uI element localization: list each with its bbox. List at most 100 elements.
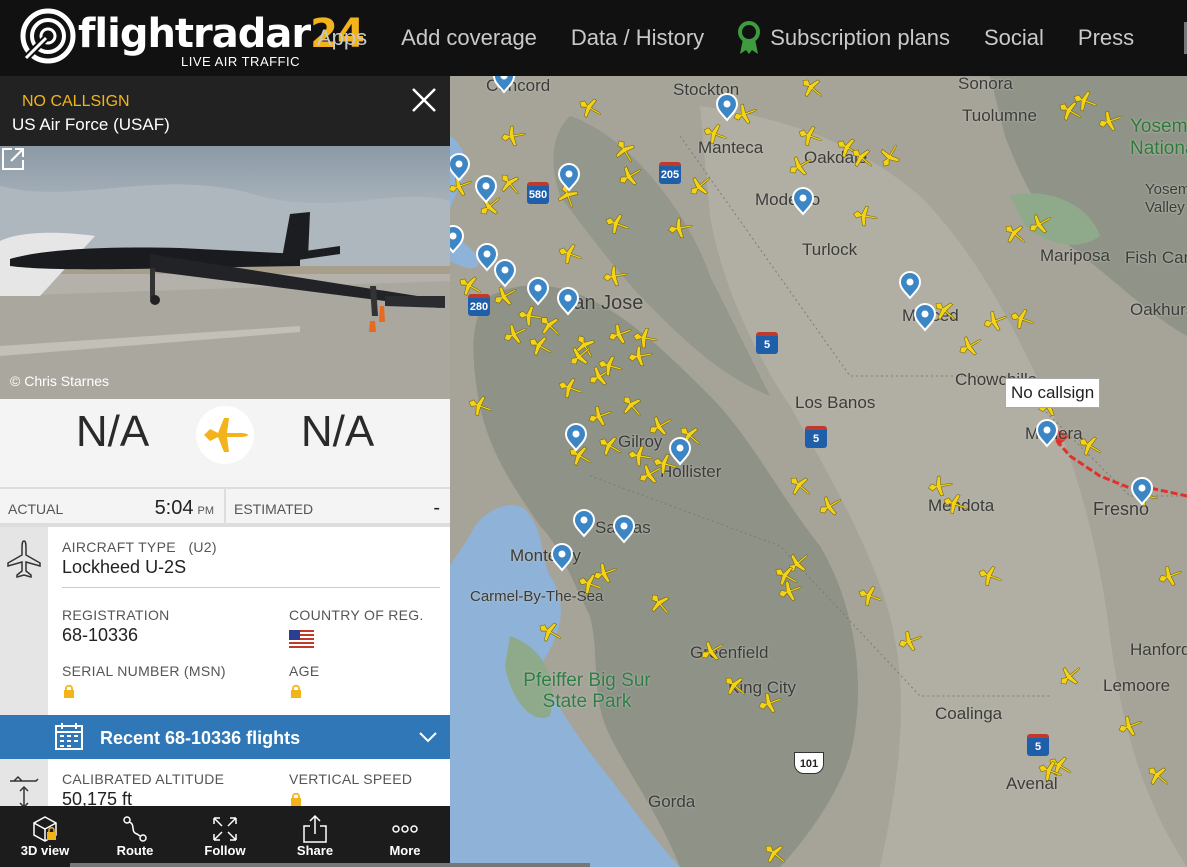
route-button[interactable]: Route	[90, 806, 180, 867]
aircraft-marker-icon[interactable]	[876, 140, 905, 171]
aircraft-marker-icon[interactable]	[955, 331, 986, 360]
aircraft-marker-icon[interactable]	[785, 151, 816, 180]
aircraft-marker-icon[interactable]	[927, 474, 954, 498]
aircraft-marker-icon[interactable]	[1071, 88, 1101, 115]
aircraft-marker-icon[interactable]	[685, 170, 716, 201]
follow-button[interactable]: Follow	[180, 806, 270, 867]
aircraft-marker-icon[interactable]	[627, 344, 654, 368]
aircraft-marker-icon[interactable]	[1096, 107, 1126, 134]
share-button[interactable]: Share	[270, 806, 360, 867]
aircraft-marker-icon[interactable]	[517, 304, 544, 328]
aircraft-marker-icon[interactable]	[796, 123, 826, 150]
aircraft-marker-icon[interactable]	[976, 563, 1006, 590]
location-pin-icon[interactable]	[715, 92, 739, 122]
location-pin-icon[interactable]	[668, 436, 692, 466]
aircraft-marker-icon[interactable]	[1000, 219, 1031, 250]
aircraft-marker-icon[interactable]	[697, 636, 728, 665]
aircraft-marker-icon[interactable]	[591, 559, 621, 586]
flight-map[interactable]: Concord Stockton Sonora Tuolumne Yosemit…	[450, 76, 1187, 867]
aircraft-marker-icon[interactable]	[602, 264, 629, 288]
lock-icon[interactable]	[63, 684, 75, 698]
aircraft-marker-icon[interactable]	[701, 121, 731, 148]
aircraft-marker-icon[interactable]	[1143, 761, 1174, 792]
aircraft-marker-icon[interactable]	[571, 331, 600, 362]
location-pin-icon[interactable]	[556, 286, 580, 316]
aircraft-marker-icon[interactable]	[1025, 209, 1056, 238]
aircraft-marker-icon[interactable]	[632, 326, 659, 350]
aircraft-marker-icon[interactable]	[847, 143, 878, 174]
recent-flights-toggle[interactable]: Recent 68-10336 flights	[0, 715, 450, 759]
aircraft-marker-icon[interactable]	[941, 491, 971, 518]
location-pin-icon[interactable]	[450, 224, 465, 254]
location-pin-icon[interactable]	[898, 270, 922, 300]
location-pin-icon[interactable]	[612, 514, 636, 544]
location-pin-icon[interactable]	[557, 162, 581, 192]
aircraft-marker-icon[interactable]	[720, 671, 751, 702]
photo-credit[interactable]: © Chris Starnes	[10, 373, 109, 389]
flightradar24-logo[interactable]: flightradar24 LIVE AIR TRAFFIC	[20, 6, 365, 72]
aircraft-marker-icon[interactable]	[466, 393, 496, 420]
aircraft-marker-icon[interactable]	[611, 136, 640, 167]
aircraft-marker-icon[interactable]	[1008, 306, 1038, 333]
aircraft-marker-icon[interactable]	[606, 320, 636, 347]
3d-view-button[interactable]: 3D view	[0, 806, 90, 867]
location-pin-icon[interactable]	[572, 508, 596, 538]
aircraft-marker-icon[interactable]	[535, 618, 566, 647]
location-pin-icon[interactable]	[1130, 476, 1154, 506]
location-pin-icon[interactable]	[564, 422, 588, 452]
aircraft-marker-icon[interactable]	[603, 211, 633, 238]
lock-icon[interactable]	[290, 684, 302, 698]
aircraft-marker-icon[interactable]	[1055, 660, 1086, 691]
aircraft-marker-icon[interactable]	[586, 402, 616, 429]
aircraft-marker-icon[interactable]	[856, 583, 886, 610]
location-pin-icon[interactable]	[1035, 418, 1059, 448]
location-pin-icon[interactable]	[550, 542, 574, 572]
lock-icon[interactable]	[290, 792, 302, 806]
aircraft-marker-icon[interactable]	[776, 577, 806, 604]
external-link-icon[interactable]	[0, 146, 26, 172]
aircraft-photo[interactable]: © Chris Starnes	[0, 146, 450, 399]
aircraft-marker-icon[interactable]	[785, 471, 816, 502]
destination-airport[interactable]: N/A	[225, 407, 450, 457]
aircraft-marker-icon[interactable]	[455, 272, 486, 301]
aircraft-marker-icon[interactable]	[852, 204, 879, 228]
nav-social[interactable]: Social	[967, 0, 1061, 76]
aircraft-marker-icon[interactable]	[797, 76, 828, 104]
aircraft-marker-icon[interactable]	[815, 491, 846, 520]
close-icon[interactable]	[410, 86, 438, 114]
location-pin-icon[interactable]	[913, 302, 937, 332]
aircraft-marker-icon[interactable]	[556, 375, 586, 402]
aircraft-marker-icon[interactable]	[896, 627, 926, 654]
nav-add-coverage[interactable]: Add coverage	[384, 0, 554, 76]
location-pin-icon[interactable]	[450, 152, 471, 182]
aircraft-marker-icon[interactable]	[756, 689, 786, 716]
nav-data-history[interactable]: Data / History	[554, 0, 721, 76]
location-pin-icon[interactable]	[475, 242, 499, 272]
origin-airport[interactable]: N/A	[0, 407, 225, 457]
aircraft-marker-icon[interactable]	[617, 391, 648, 422]
aircraft-marker-icon[interactable]	[525, 332, 556, 361]
aircraft-marker-icon[interactable]	[645, 589, 676, 620]
aircraft-marker-icon[interactable]	[575, 94, 606, 123]
aircraft-marker-icon[interactable]	[627, 444, 654, 468]
location-pin-icon[interactable]	[493, 258, 517, 288]
aircraft-marker-icon[interactable]	[1075, 432, 1106, 461]
aircraft-marker-icon[interactable]	[760, 839, 791, 867]
aircraft-marker-icon[interactable]	[667, 216, 694, 240]
aircraft-marker-icon[interactable]	[615, 161, 646, 190]
aircraft-marker-icon[interactable]	[981, 307, 1011, 334]
aircraft-marker-icon[interactable]	[556, 241, 586, 268]
aircraft-marker-icon[interactable]	[495, 169, 526, 200]
location-pin-icon[interactable]	[791, 186, 815, 216]
aircraft-marker-icon[interactable]	[535, 311, 566, 342]
horizontal-scrollbar[interactable]	[70, 863, 590, 867]
selected-flight-callout[interactable]: No callsign	[1005, 378, 1101, 408]
location-pin-icon[interactable]	[492, 76, 516, 94]
nav-apps[interactable]: Apps	[300, 0, 384, 76]
more-button[interactable]: More	[360, 806, 450, 867]
nav-subscription-plans[interactable]: Subscription plans	[721, 0, 967, 76]
nav-press[interactable]: Press	[1061, 0, 1151, 76]
aircraft-marker-icon[interactable]	[595, 432, 626, 461]
aircraft-marker-icon[interactable]	[500, 320, 530, 348]
location-pin-icon[interactable]	[474, 174, 498, 204]
